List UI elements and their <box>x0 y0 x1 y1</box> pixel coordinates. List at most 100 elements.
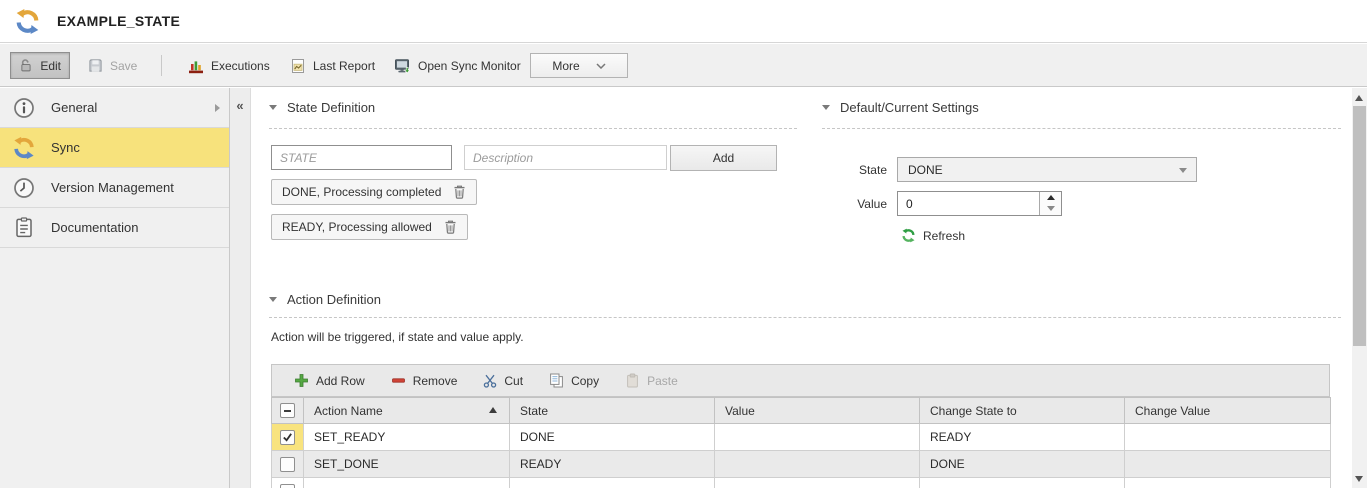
save-label: Save <box>110 59 137 73</box>
edit-label: Edit <box>40 59 61 73</box>
row-checkbox[interactable] <box>280 484 295 488</box>
spinner-buttons <box>1039 192 1061 215</box>
spinner-down-button[interactable] <box>1040 203 1061 214</box>
main-toolbar: Edit Save Executions <box>0 44 1367 87</box>
bar-chart-icon <box>188 58 204 74</box>
page-title: EXAMPLE_STATE <box>57 13 180 29</box>
executions-button[interactable]: Executions <box>180 52 278 79</box>
refresh-button[interactable]: Refresh <box>901 228 965 243</box>
sidebar-item-version-management[interactable]: Version Management <box>0 168 229 208</box>
action-definition-header[interactable]: Action Definition <box>269 292 381 307</box>
section-collapse-icon <box>822 105 830 110</box>
delete-state-button[interactable] <box>453 185 466 199</box>
save-button[interactable]: Save <box>80 52 145 79</box>
scroll-up-arrow-icon[interactable] <box>1355 95 1363 101</box>
info-icon <box>12 96 36 120</box>
cell-change-value[interactable] <box>1125 451 1331 478</box>
cell-value[interactable] <box>715 451 920 478</box>
value-field-label: Value <box>825 197 887 211</box>
remove-button[interactable]: Remove <box>391 373 458 388</box>
section-collapse-icon <box>269 297 277 302</box>
edit-button[interactable]: Edit <box>10 52 70 79</box>
row-selector-cell <box>272 451 304 478</box>
chevron-down-icon <box>596 63 606 69</box>
row-selector-cell <box>272 424 304 451</box>
cell-action-name[interactable]: SET_READY <box>304 424 510 451</box>
cell-state[interactable]: READY <box>510 451 715 478</box>
column-header-action-name[interactable]: Action Name <box>304 398 510 424</box>
submenu-arrow-icon <box>215 104 220 112</box>
sidebar-item-documentation[interactable]: Documentation <box>0 208 229 248</box>
table-row: SET_READY DONE READY <box>272 424 1331 451</box>
section-divider <box>822 128 1341 129</box>
delete-state-button[interactable] <box>444 220 457 234</box>
row-checkbox-checked[interactable] <box>280 430 295 445</box>
column-header-value[interactable]: Value <box>715 398 920 424</box>
toolbar-separator <box>161 55 162 76</box>
column-header-state[interactable]: State <box>510 398 715 424</box>
cell-action-name[interactable] <box>304 478 510 488</box>
scrollbar-thumb[interactable] <box>1353 106 1366 346</box>
paste-icon <box>625 373 640 388</box>
sidebar-collapse-strip: « <box>230 88 251 488</box>
sidebar-item-label: Documentation <box>51 220 138 235</box>
save-icon <box>88 58 103 73</box>
cell-change-value[interactable] <box>1125 478 1331 488</box>
triangle-up-icon <box>1047 195 1055 200</box>
state-chip-label: DONE, Processing completed <box>282 185 441 199</box>
sidebar-item-general[interactable]: General <box>0 88 229 128</box>
open-sync-monitor-button[interactable]: Open Sync Monitor <box>386 52 529 79</box>
state-chip: DONE, Processing completed <box>271 179 477 205</box>
state-select[interactable]: DONE <box>897 157 1197 182</box>
paste-button[interactable]: Paste <box>625 373 678 388</box>
section-title: State Definition <box>287 100 375 115</box>
sort-ascending-icon <box>489 407 497 413</box>
vertical-scrollbar[interactable] <box>1352 88 1367 488</box>
action-table: Action Name State Value Change State to … <box>271 397 1331 488</box>
clock-icon <box>12 176 36 200</box>
scroll-down-arrow-icon[interactable] <box>1355 476 1363 482</box>
state-definition-header[interactable]: State Definition <box>269 100 375 115</box>
sidebar-item-sync[interactable]: Sync <box>0 128 229 168</box>
open-sync-monitor-label: Open Sync Monitor <box>418 59 521 73</box>
value-input[interactable] <box>898 192 1038 215</box>
default-settings-header[interactable]: Default/Current Settings <box>822 100 979 115</box>
add-row-button[interactable]: Add Row <box>294 373 365 388</box>
state-select-label: State <box>825 163 887 177</box>
refresh-icon <box>901 228 916 243</box>
cell-value[interactable] <box>715 424 920 451</box>
cell-state[interactable]: DONE <box>510 424 715 451</box>
description-input[interactable] <box>464 145 667 170</box>
cell-change-state-to[interactable]: DONE <box>920 451 1125 478</box>
more-button[interactable]: More <box>530 53 628 78</box>
state-input[interactable] <box>271 145 452 170</box>
sidebar-collapse-button[interactable]: « <box>230 98 250 113</box>
row-selector-cell <box>272 478 304 488</box>
select-all-checkbox[interactable] <box>280 403 295 418</box>
cell-change-state-to[interactable] <box>920 478 1125 488</box>
cell-action-name[interactable]: SET_DONE <box>304 451 510 478</box>
section-collapse-icon <box>269 105 277 110</box>
value-spinner <box>897 191 1062 216</box>
cell-value[interactable] <box>715 478 920 488</box>
chevron-down-icon <box>1179 168 1187 173</box>
cell-change-state-to[interactable]: READY <box>920 424 1125 451</box>
copy-label: Copy <box>571 374 599 388</box>
column-header-change-state-to[interactable]: Change State to <box>920 398 1125 424</box>
row-checkbox[interactable] <box>280 457 295 472</box>
action-hint-text: Action will be triggered, if state and v… <box>271 330 524 344</box>
add-state-button[interactable]: Add <box>670 145 777 171</box>
app-header: EXAMPLE_STATE <box>0 0 1367 43</box>
sync-icon <box>14 8 41 35</box>
last-report-button[interactable]: Last Report <box>282 52 383 79</box>
document-icon <box>12 216 36 240</box>
column-label: Change Value <box>1135 404 1210 418</box>
section-divider <box>269 317 1341 318</box>
cell-change-value[interactable] <box>1125 424 1331 451</box>
cut-button[interactable]: Cut <box>483 374 523 388</box>
monitor-icon <box>394 58 411 74</box>
cell-state[interactable] <box>510 478 715 488</box>
copy-button[interactable]: Copy <box>549 373 599 388</box>
spinner-up-button[interactable] <box>1040 192 1061 203</box>
column-header-change-value[interactable]: Change Value <box>1125 398 1331 424</box>
